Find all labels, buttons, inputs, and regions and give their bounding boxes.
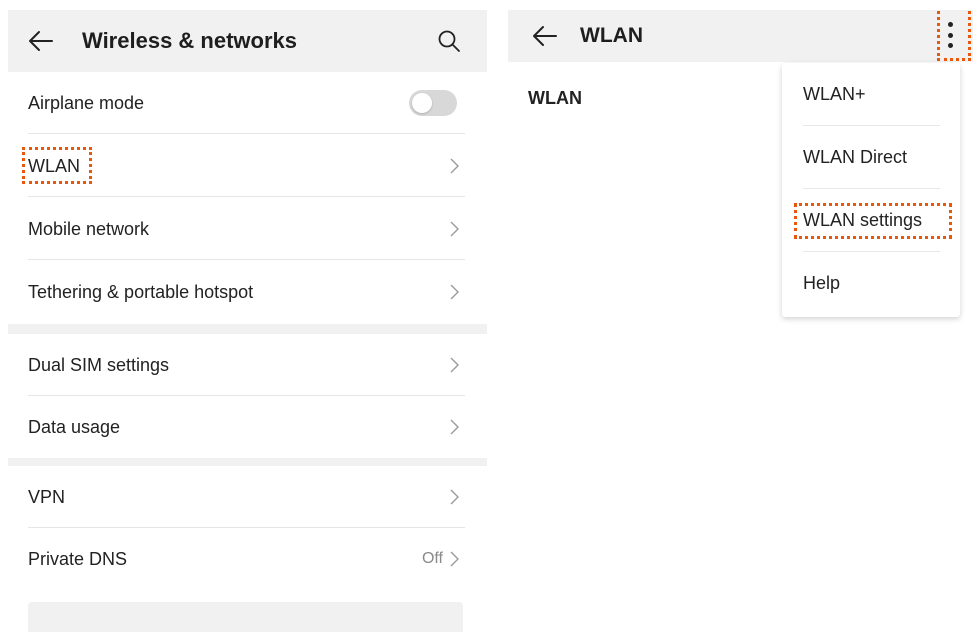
settings-group-2: Dual SIM settings Data usage [8, 334, 487, 458]
app-bar: Wireless & networks [8, 10, 487, 72]
chevron-right-icon [450, 419, 459, 435]
wlan-highlight [22, 147, 92, 184]
wireless-networks-screen: Wireless & networks Airplane mode WLAN M… [8, 10, 487, 632]
tethering-row[interactable]: Tethering & portable hotspot [8, 261, 487, 323]
chevron-right-icon [450, 158, 459, 174]
airplane-mode-row[interactable]: Airplane mode [8, 72, 487, 134]
app-bar: WLAN [508, 10, 973, 62]
wlan-settings-highlight [794, 203, 952, 239]
menu-item-wlan-direct[interactable]: WLAN Direct [782, 126, 960, 189]
row-label: Mobile network [28, 218, 150, 239]
chevron-right-icon [450, 221, 459, 237]
page-title: Wireless & networks [82, 28, 297, 53]
row-label: Dual SIM settings [28, 354, 170, 375]
row-label: Data usage [28, 416, 121, 437]
back-arrow-icon[interactable] [532, 25, 558, 47]
overflow-menu: WLAN+ WLAN Direct WLAN settings Help [782, 63, 960, 317]
chevron-right-icon [450, 284, 459, 300]
private-dns-row[interactable]: Private DNS Off [8, 528, 487, 590]
chevron-right-icon [450, 489, 459, 505]
airplane-mode-toggle[interactable] [409, 90, 457, 116]
settings-group-3: VPN Private DNS Off [8, 466, 487, 632]
page-title: WLAN [580, 24, 643, 47]
chevron-right-icon [450, 551, 459, 567]
menu-label: Help [803, 273, 841, 293]
data-usage-row[interactable]: Data usage [8, 396, 487, 458]
wlan-label: WLAN [528, 88, 582, 108]
back-arrow-icon[interactable] [28, 30, 54, 52]
divider [28, 259, 465, 260]
dual-sim-row[interactable]: Dual SIM settings [8, 334, 487, 396]
wlan-screen: WLAN WLAN WLAN+ WLAN Direct WLAN setting… [508, 10, 973, 632]
chevron-right-icon [450, 357, 459, 373]
row-label: Private DNS [28, 548, 128, 569]
vpn-row[interactable]: VPN [8, 466, 487, 528]
toggle-knob [412, 93, 432, 113]
row-label: Airplane mode [28, 92, 145, 113]
menu-label: WLAN+ [803, 84, 866, 104]
row-label: VPN [28, 486, 66, 507]
menu-item-help[interactable]: Help [782, 252, 960, 315]
search-icon[interactable] [437, 29, 461, 53]
mobile-network-row[interactable]: Mobile network [8, 198, 487, 260]
divider [28, 133, 465, 134]
menu-item-wlan-plus[interactable]: WLAN+ [782, 63, 960, 126]
settings-group-1: Airplane mode WLAN Mobile network Tether… [8, 72, 487, 324]
private-dns-value: Off [421, 550, 443, 567]
divider [28, 196, 465, 197]
menu-label: WLAN Direct [803, 147, 908, 167]
more-menu-highlight [937, 10, 971, 61]
row-label: Tethering & portable hotspot [28, 281, 254, 302]
bottom-card [28, 602, 463, 632]
